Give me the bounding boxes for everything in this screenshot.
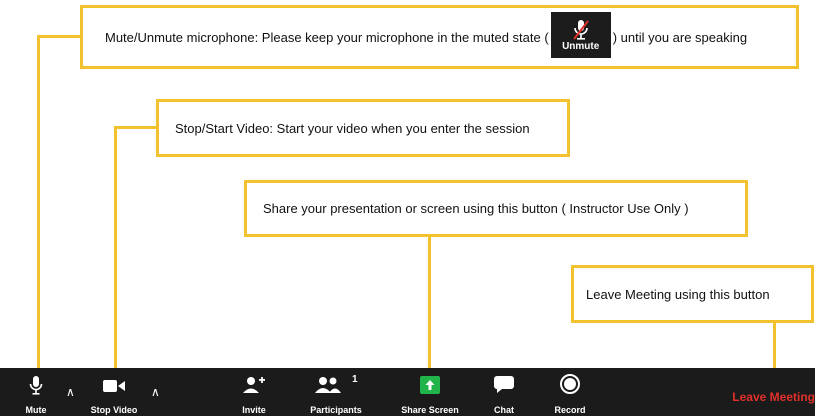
share-screen-button[interactable]: Share Screen: [394, 368, 466, 416]
stop-video-label: Stop Video: [90, 405, 138, 415]
share-callout-text: Share your presentation or screen using …: [263, 201, 689, 216]
video-callout-text: Stop/Start Video: Start your video when …: [175, 120, 530, 136]
leave-callout: Leave Meeting using this button: [571, 265, 814, 323]
mute-button[interactable]: Mute: [16, 368, 56, 416]
participants-count-badge: 1: [352, 374, 358, 385]
mute-callout-text-before: Mute/Unmute microphone: Please keep your…: [105, 29, 549, 45]
mute-connector-horizontal: [37, 35, 82, 38]
mute-callout-text-after: ) until you are speaking: [612, 29, 748, 45]
muted-microphone-icon: [572, 19, 589, 40]
stop-video-button[interactable]: Stop Video: [82, 368, 146, 416]
mute-callout: Mute/Unmute microphone: Please keep your…: [80, 5, 799, 69]
invite-label: Invite: [242, 405, 266, 415]
microphone-icon: [29, 376, 43, 395]
record-button[interactable]: Record: [546, 368, 594, 416]
share-screen-icon: [420, 376, 440, 394]
video-connector-horizontal: [114, 126, 158, 129]
chat-button[interactable]: Chat: [486, 368, 522, 416]
invite-button[interactable]: Invite: [232, 368, 276, 416]
leave-meeting-button[interactable]: Leave Meeting: [732, 390, 815, 404]
share-connector-vertical: [428, 236, 431, 372]
record-icon: [560, 374, 580, 394]
video-callout: Stop/Start Video: Start your video when …: [156, 99, 570, 157]
video-camera-icon: [103, 380, 125, 392]
mute-options-caret-icon[interactable]: ∧: [66, 385, 75, 399]
participants-label: Participants: [310, 405, 362, 415]
video-options-caret-icon[interactable]: ∧: [151, 385, 160, 399]
record-label: Record: [554, 405, 586, 415]
leave-connector-vertical: [773, 322, 776, 372]
participants-icon: [315, 377, 342, 393]
leave-callout-text: Leave Meeting using this button: [586, 286, 770, 302]
chat-label: Chat: [494, 405, 514, 415]
meeting-toolbar: Mute ∧ Stop Video ∧ Invite 1 Participant…: [0, 368, 815, 416]
add-person-icon: [243, 377, 265, 393]
unmute-chip-label: Unmute: [562, 40, 600, 52]
mute-connector-vertical: [37, 35, 40, 372]
share-screen-label: Share Screen: [401, 405, 459, 415]
mute-label: Mute: [25, 405, 47, 415]
video-connector-vertical: [114, 126, 117, 372]
unmute-example-chip: Unmute: [550, 12, 611, 58]
participants-button[interactable]: 1 Participants: [304, 368, 368, 416]
chat-bubble-icon: [494, 376, 514, 393]
share-callout: Share your presentation or screen using …: [244, 180, 748, 237]
